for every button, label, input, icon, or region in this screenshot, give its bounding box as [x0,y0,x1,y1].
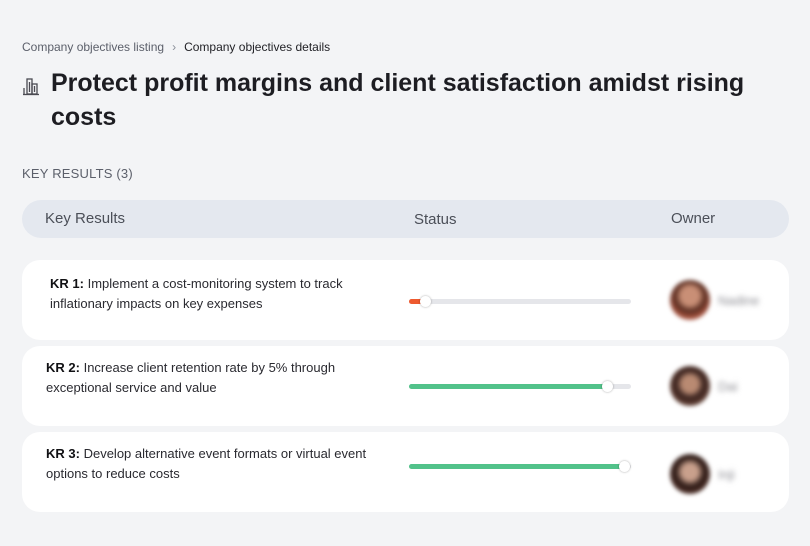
key-results-table-header: Key Results Status Owner [22,200,789,238]
column-header-key-results: Key Results [45,210,126,227]
breadcrumb: Company objectives listing › Company obj… [22,40,330,54]
key-result-description: KR 2: Increase client retention rate by … [46,358,402,398]
avatar [670,280,710,320]
progress-fill [409,384,607,389]
owner-name: Dai [718,378,738,394]
owner-name: Inji [718,466,735,482]
key-result-text: Increase client retention rate by 5% thr… [46,360,336,395]
progress-bar [409,296,631,307]
owner-name: Nadine [718,292,760,308]
owner[interactable]: Nadine [670,280,759,320]
chevron-right-icon: › [172,40,177,54]
key-result-id: KR 2: [46,360,80,375]
objective-header: Protect profit margins and client satisf… [22,66,782,134]
key-result-text: Implement a cost-monitoring system to tr… [50,276,343,311]
owner[interactable]: Dai [670,366,738,406]
column-header-status: Status [414,211,457,228]
key-result-id: KR 1: [50,276,84,291]
key-result-row[interactable]: KR 1: Implement a cost-monitoring system… [22,260,789,340]
progress-handle[interactable] [619,461,631,472]
key-results-count-label: KEY RESULTS (3) [22,166,133,181]
key-result-row[interactable]: KR 3: Develop alternative event formats … [22,432,789,512]
progress-handle[interactable] [601,381,613,392]
key-result-description: KR 3: Develop alternative event formats … [46,444,402,484]
avatar [670,366,710,406]
progress-handle[interactable] [419,296,431,307]
progress-bar [409,381,631,392]
column-header-owner: Owner [671,210,716,227]
progress-bar [409,461,631,472]
key-result-row[interactable]: KR 2: Increase client retention rate by … [22,346,789,426]
office-building-icon [23,78,39,96]
progress-fill [409,464,625,469]
key-result-id: KR 3: [46,446,80,461]
avatar [670,454,710,494]
page-title: Protect profit margins and client satisf… [51,69,745,131]
breadcrumb-link-listing[interactable]: Company objectives listing [22,40,164,54]
key-result-description: KR 1: Implement a cost-monitoring system… [50,274,406,314]
key-result-text: Develop alternative event formats or vir… [46,446,367,481]
breadcrumb-current: Company objectives details [184,40,331,54]
owner[interactable]: Inji [670,454,735,494]
